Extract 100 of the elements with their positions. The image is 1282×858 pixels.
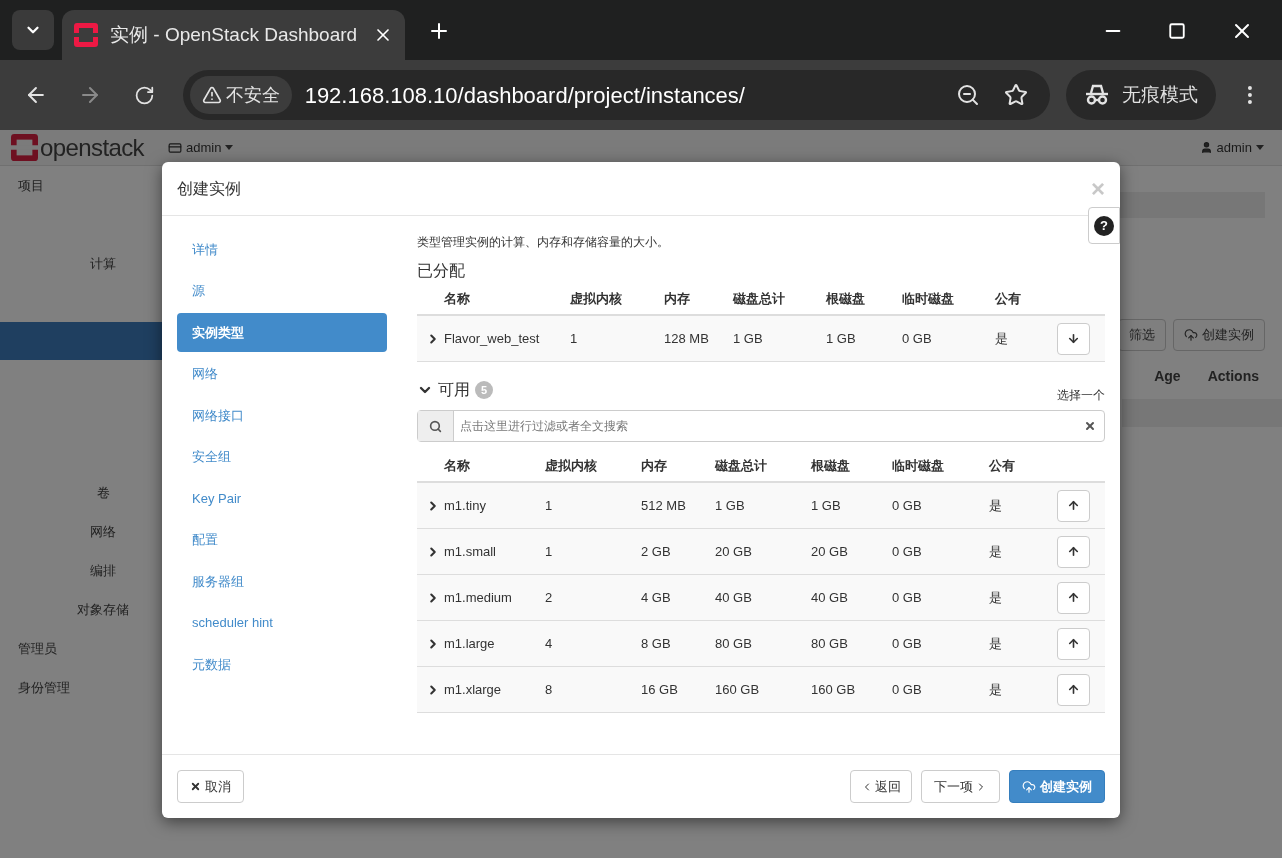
wizard-step[interactable]: 安全组 (177, 437, 387, 476)
arrow-up-icon (1067, 591, 1080, 604)
table-cell: 1 (570, 330, 578, 346)
next-button[interactable]: 下一项 (921, 770, 1000, 803)
allocate-button[interactable] (1057, 627, 1090, 660)
table-cell: 80 GB (811, 635, 848, 651)
table-cell: 40 GB (715, 589, 752, 605)
table-cell: 20 GB (715, 543, 752, 559)
flavor-row[interactable]: m1.small 1 2 GB 20 GB 20 GB 0 GB 是 (417, 529, 1105, 575)
sidebar-item[interactable]: 编排 (44, 560, 162, 581)
table-cell: 2 (545, 589, 553, 605)
flavor-row[interactable]: m1.large 4 8 GB 80 GB 80 GB 0 GB 是 (417, 621, 1105, 667)
allocate-button[interactable] (1057, 535, 1090, 568)
filter-button[interactable]: 筛选 (1118, 319, 1166, 351)
incognito-badge[interactable]: 无痕模式 (1066, 70, 1217, 120)
sidebar-item[interactable]: 项目 (18, 175, 44, 196)
flavor-row[interactable]: Flavor_web_test 1 128 MB 1 GB 1 GB 0 GB 是 (417, 316, 1105, 362)
url-text[interactable]: 192.168.108.10/dashboard/project/instances/ (304, 78, 745, 112)
column-header: 磁盘总计 (715, 457, 767, 473)
table-cell: 0 GB (892, 589, 922, 605)
wizard-step[interactable]: Key Pair (177, 479, 387, 518)
zoom-icon[interactable] (956, 83, 981, 107)
sidebar-item[interactable]: 对象存储 (44, 599, 162, 620)
sidebar-item[interactable]: 管理员 (18, 638, 57, 659)
arrow-up-icon (1067, 683, 1080, 696)
table-cell: 512 MB (641, 497, 686, 513)
table-cell: 4 (545, 635, 553, 651)
project-dropdown[interactable]: admin (168, 137, 234, 158)
table-cell: Flavor_web_test (444, 330, 540, 346)
table-cell: 20 GB (811, 543, 848, 559)
maximize-icon[interactable] (1168, 22, 1186, 40)
table-cell: 160 GB (811, 681, 856, 697)
section-title: 可用 (438, 380, 470, 400)
user-icon (1199, 141, 1213, 154)
sidebar-item[interactable]: 网络 (44, 521, 162, 542)
wizard-step[interactable]: 配置 (177, 520, 387, 559)
warning-icon (201, 85, 222, 105)
tab-list-button[interactable] (12, 10, 54, 50)
close-icon (190, 781, 201, 792)
table-cell: 是 (989, 635, 1002, 651)
table-cell: 1 GB (826, 330, 856, 346)
column-header: 根磁盘 (826, 290, 865, 306)
openstack-logo-icon (74, 23, 98, 47)
cancel-button[interactable]: 取消 (177, 770, 244, 803)
table-cell: 是 (989, 589, 1002, 605)
column-header: 内存 (641, 457, 667, 473)
help-button[interactable]: ? (1088, 207, 1120, 244)
wizard-step[interactable]: 网络接口 (177, 396, 387, 435)
wizard-step[interactable]: 详情 (177, 230, 387, 269)
allocate-button[interactable] (1057, 581, 1090, 614)
openstack-logo[interactable]: openstack (11, 129, 144, 166)
back-button[interactable]: 返回 (850, 770, 912, 803)
search-icon (429, 419, 442, 433)
table-cell: 0 GB (892, 635, 922, 651)
table-cell: m1.small (444, 543, 496, 559)
description-text: 类型管理实例的计算、内存和存储容量的大小。 (417, 234, 670, 251)
sidebar-item[interactable]: 计算 (44, 253, 162, 274)
table-cell: 是 (989, 681, 1002, 697)
table-cell: 4 GB (641, 589, 671, 605)
column-header: Actions (1207, 366, 1259, 386)
bookmark-star-icon[interactable] (1004, 83, 1029, 107)
column-header: 临时磁盘 (902, 290, 954, 306)
table-cell: m1.tiny (444, 497, 486, 513)
tab-title: 实例 - OpenStack Dashboard (110, 22, 358, 47)
section-title: 已分配 (417, 261, 466, 281)
table-cell: 0 GB (892, 543, 922, 559)
wizard-step[interactable]: 网络 (177, 354, 387, 393)
arrow-down-icon (1067, 332, 1080, 345)
flavor-row[interactable]: m1.medium 2 4 GB 40 GB 40 GB 0 GB 是 (417, 575, 1105, 621)
deallocate-button[interactable] (1057, 322, 1090, 355)
table-cell: 8 (545, 681, 553, 697)
table-cell: 40 GB (811, 589, 848, 605)
browser-tab[interactable]: 实例 - OpenStack Dashboard (62, 10, 405, 60)
clear-icon[interactable] (1084, 420, 1096, 432)
flavor-row[interactable]: m1.tiny 1 512 MB 1 GB 1 GB 0 GB 是 (417, 483, 1105, 529)
reload-icon[interactable] (133, 84, 155, 106)
table-cell: m1.medium (444, 589, 512, 605)
address-bar[interactable]: 不安全 192.168.108.10/dashboard/project/instances/ (182, 70, 1051, 120)
sidebar-item[interactable]: 卷 (44, 482, 162, 503)
user-dropdown[interactable]: admin (1199, 137, 1264, 158)
create-button[interactable]: 创建实例 (1009, 770, 1105, 803)
wizard-step[interactable]: 元数据 (177, 645, 387, 684)
create-instance-button[interactable]: 创建实例 (1173, 319, 1265, 351)
allocate-button[interactable] (1057, 673, 1090, 706)
table-cell: 16 GB (641, 681, 678, 697)
table-cell: 是 (989, 497, 1002, 513)
column-header: 磁盘总计 (733, 290, 785, 306)
wizard-step[interactable]: 实例类型 (177, 313, 387, 352)
column-header: 公有 (995, 290, 1021, 306)
wizard-step[interactable]: 源 (177, 271, 387, 310)
arrow-up-icon (1067, 637, 1080, 650)
wizard-step[interactable]: scheduler hint (177, 603, 387, 642)
sidebar-item[interactable]: 身份管理 (18, 677, 70, 698)
allocate-button[interactable] (1057, 489, 1090, 522)
logo-mark-icon (11, 134, 38, 161)
arrow-up-icon (1067, 499, 1080, 512)
wizard-step[interactable]: 服务器组 (177, 562, 387, 601)
dialog-title: 创建实例 (177, 178, 241, 199)
incognito-icon (1084, 84, 1111, 106)
flavor-row[interactable]: m1.xlarge 8 16 GB 160 GB 160 GB 0 GB 是 (417, 667, 1105, 713)
